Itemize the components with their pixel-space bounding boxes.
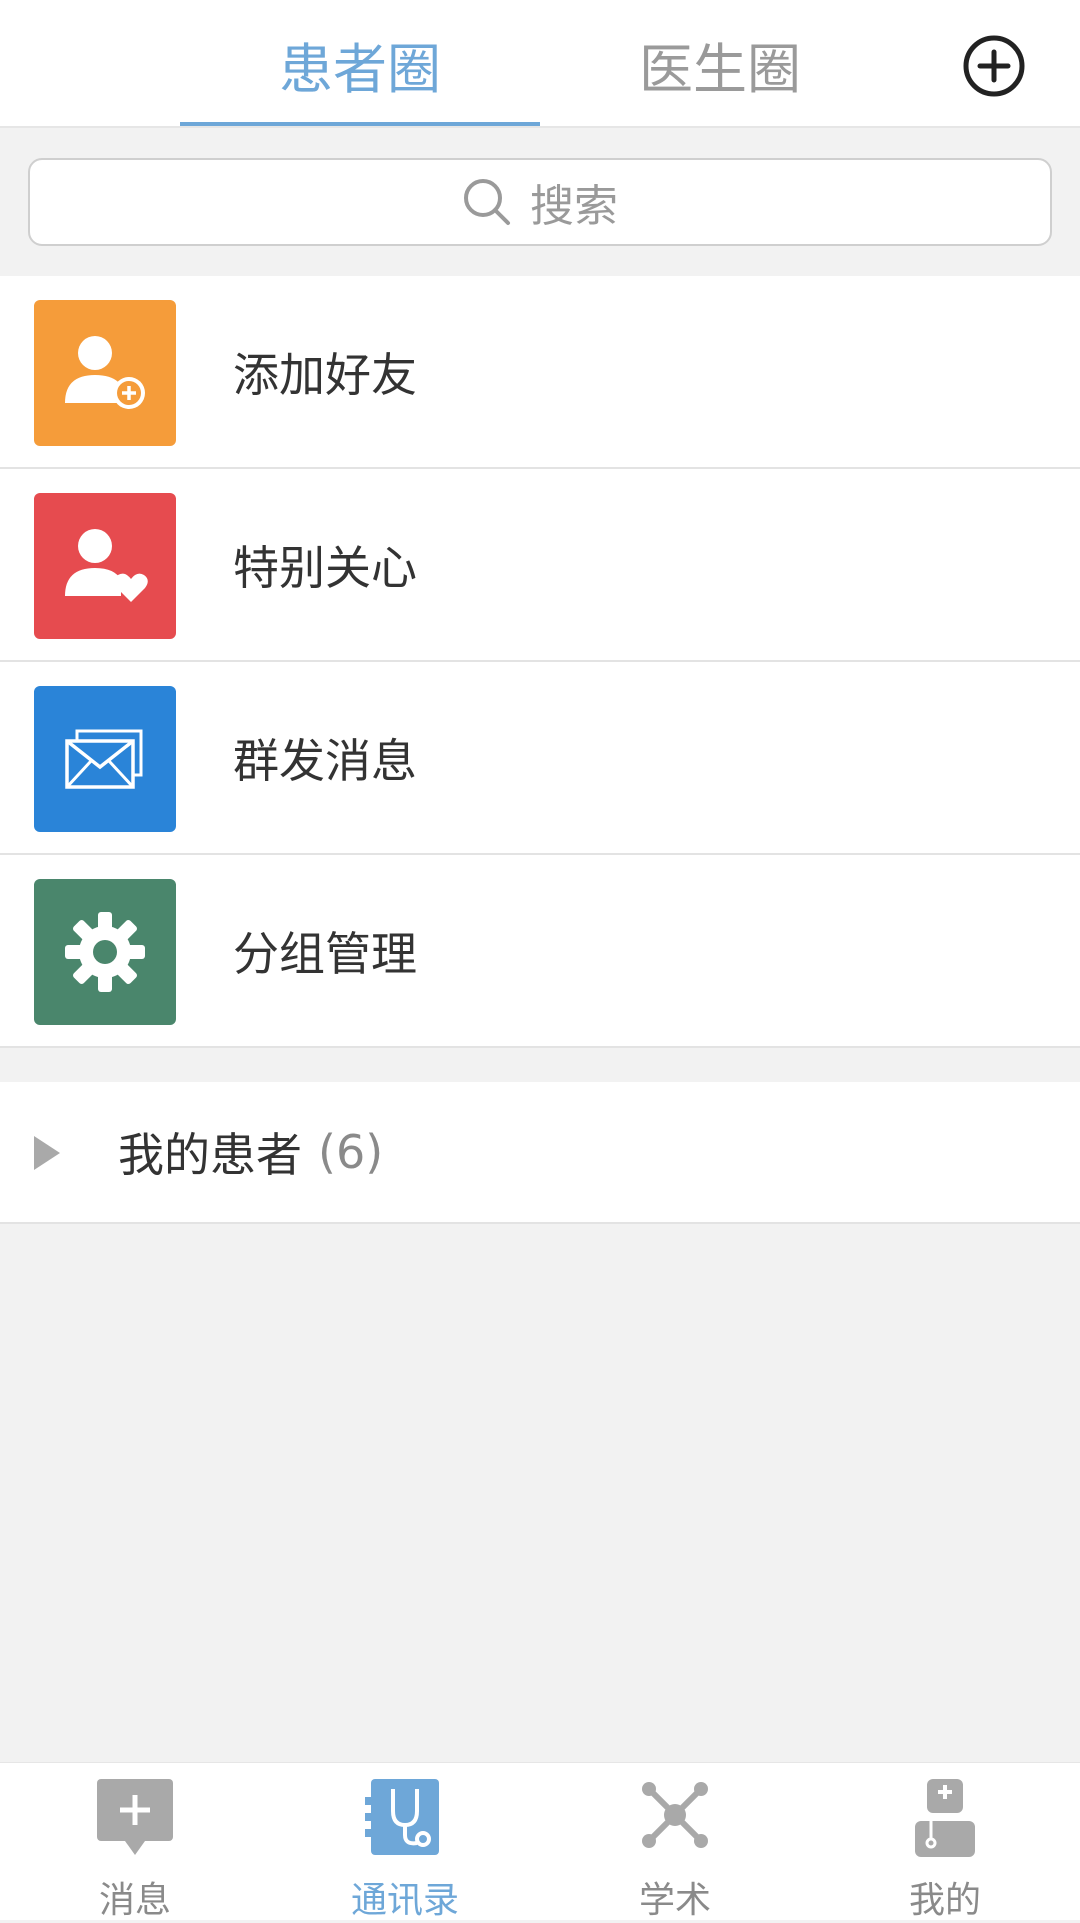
stethoscope-icon: [365, 1779, 439, 1855]
expand-arrow-icon: [34, 1136, 60, 1170]
menu-item-label: 添加好友: [233, 347, 417, 402]
doctor-icon: [915, 1779, 975, 1857]
search-placeholder: 搜索: [530, 181, 618, 232]
group-title: 我的患者 (6): [118, 1082, 383, 1222]
tab-patient-circle[interactable]: 患者圈: [180, 0, 540, 128]
group-my-patients[interactable]: 我的患者 (6): [0, 1082, 1080, 1224]
menu-item-label: 群发消息: [233, 733, 417, 788]
add-user-icon: [34, 300, 176, 446]
plus-circle-icon: [963, 35, 1025, 97]
nav-label: 我的: [908, 1880, 981, 1921]
nav-item-contacts[interactable]: 通讯录: [270, 1763, 540, 1921]
gear-icon: [34, 879, 176, 1025]
add-button[interactable]: [962, 34, 1026, 98]
bottom-nav: 消息 通讯录 学术 我的: [0, 1762, 1080, 1921]
nav-label: 学术: [638, 1880, 711, 1921]
tab-label: 医生圈: [639, 37, 801, 101]
group-count: (6): [318, 1125, 384, 1179]
menu-item-add-friend[interactable]: 添加好友: [0, 276, 1080, 469]
nav-item-messages[interactable]: 消息: [0, 1763, 270, 1921]
message-icon: [97, 1779, 173, 1855]
tab-doctor-circle[interactable]: 医生圈: [540, 0, 900, 128]
nav-item-me[interactable]: 我的: [810, 1763, 1080, 1921]
search-input[interactable]: 搜索: [28, 158, 1052, 246]
tab-label: 患者圈: [279, 37, 441, 101]
menu-item-label: 分组管理: [233, 926, 417, 981]
envelope-icon: [34, 686, 176, 832]
user-heart-icon: [34, 493, 176, 639]
top-header: 患者圈 医生圈: [0, 0, 1080, 128]
menu-item-broadcast[interactable]: 群发消息: [0, 662, 1080, 855]
menu-item-group-manage[interactable]: 分组管理: [0, 855, 1080, 1048]
nav-label: 通讯录: [350, 1880, 459, 1921]
contact-menu: 添加好友 特别关心 群发消息 分组管理: [0, 276, 1080, 1048]
network-icon: [642, 1782, 708, 1848]
nav-item-academic[interactable]: 学术: [540, 1763, 810, 1921]
menu-item-special-care[interactable]: 特别关心: [0, 469, 1080, 662]
search-icon: [464, 179, 510, 225]
active-tab-indicator: [180, 122, 540, 126]
nav-label: 消息: [98, 1880, 171, 1921]
menu-item-label: 特别关心: [233, 540, 417, 595]
group-name: 我的患者: [118, 1128, 302, 1182]
search-area: 搜索: [0, 128, 1080, 276]
